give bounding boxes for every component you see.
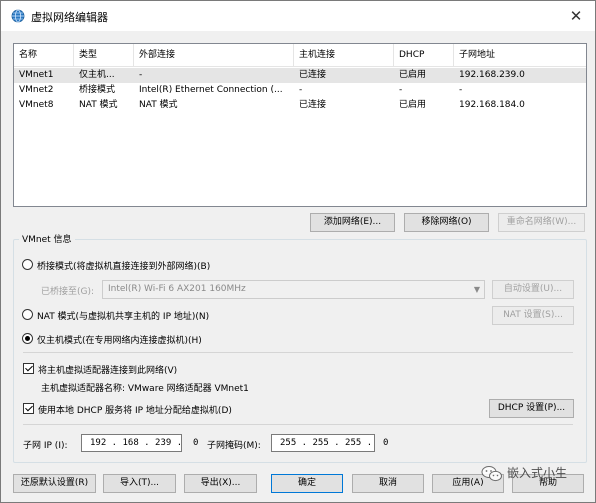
cell-name: VMnet1 [19,70,54,80]
virtual-network-editor-window: 虚拟网络编辑器 ✕ 名称 类型 外部连接 主机连接 DHCP 子网地址 VMne… [0,0,596,503]
column-header-type[interactable]: 类型 [74,44,134,66]
network-table[interactable]: 名称 类型 外部连接 主机连接 DHCP 子网地址 VMnet1 仅主机... … [13,43,587,207]
use-dhcp-label[interactable]: 使用本地 DHCP 服务将 IP 地址分配给虚拟机(D) [38,403,232,416]
host-only-mode-radio[interactable] [22,333,33,344]
cell-subnet: 192.168.184.0 [459,100,525,110]
import-button[interactable]: 导入(T)... [103,474,176,493]
chevron-down-icon: ▼ [473,285,480,294]
remove-network-button[interactable]: 移除网络(O) [404,213,489,232]
section-divider [23,352,573,353]
close-icon[interactable]: ✕ [565,5,587,27]
nat-mode-label[interactable]: NAT 模式(与虚拟机共享主机的 IP 地址)(N) [37,309,209,322]
subnet-ip-label: 子网 IP (I): [23,441,68,451]
cell-dhcp: - [399,85,403,95]
export-button[interactable]: 导出(X)... [184,474,257,493]
bridged-to-label: 已桥接至(G): [41,287,95,297]
subnet-ip-input[interactable]: 192 . 168 . 239 . 0 [81,434,198,452]
subnet-mask-label: 子网掩码(M): [207,441,261,451]
cell-dhcp: 已启用 [399,70,427,80]
section-divider [23,424,573,425]
cell-external: NAT 模式 [139,100,178,110]
table-header: 名称 类型 外部连接 主机连接 DHCP 子网地址 [14,44,586,67]
cell-type: 桥接模式 [79,85,116,95]
auto-settings-button[interactable]: 自动设置(U)... [492,280,574,299]
nat-mode-radio[interactable] [22,309,33,320]
cell-dhcp: 已启用 [399,100,427,110]
column-header-subnet[interactable]: 子网地址 [454,44,586,66]
cell-host: 已连接 [299,100,327,110]
cancel-button[interactable]: 取消 [352,474,424,493]
bridged-adapter-select[interactable]: Intel(R) Wi-Fi 6 AX201 160MHz ▼ [102,280,485,299]
cell-host: 已连接 [299,70,327,80]
cell-external: Intel(R) Ethernet Connection (... [139,85,283,95]
cell-external: - [139,70,143,80]
restore-defaults-button[interactable]: 还原默认设置(R) [13,474,96,493]
cell-host: - [299,85,303,95]
watermark-text: 嵌入式小生 [507,466,568,480]
bridged-mode-label[interactable]: 桥接模式(将虚拟机直接连接到外部网络)(B) [37,259,210,272]
window-title: 虚拟网络编辑器 [31,11,108,24]
cell-name: VMnet8 [19,100,54,110]
column-header-external[interactable]: 外部连接 [134,44,294,66]
vmnet-info-label: VMnet 信息 [19,232,75,245]
table-row[interactable]: VMnet1 仅主机... - 已连接 已启用 192.168.239.0 [14,68,586,83]
cell-type: 仅主机... [79,70,115,80]
subnet-mask-input[interactable]: 255 . 255 . 255 . 0 [271,434,388,452]
column-header-dhcp[interactable]: DHCP [394,44,454,66]
connect-host-adapter-checkbox[interactable] [23,363,34,374]
column-header-name[interactable]: 名称 [14,44,74,66]
vmnet-info-group [13,239,587,463]
column-header-host[interactable]: 主机连接 [294,44,394,66]
add-network-button[interactable]: 添加网络(E)... [310,213,395,232]
connect-host-adapter-label[interactable]: 将主机虚拟适配器连接到此网络(V) [38,363,177,376]
table-row[interactable]: VMnet8 NAT 模式 NAT 模式 已连接 已启用 192.168.184… [14,98,586,113]
host-only-mode-label[interactable]: 仅主机模式(在专用网络内连接虚拟机)(H) [37,333,202,346]
title-bar: 虚拟网络编辑器 ✕ [1,1,595,31]
dhcp-settings-button[interactable]: DHCP 设置(P)... [489,399,574,418]
cell-type: NAT 模式 [79,100,118,110]
cell-subnet: - [459,85,463,95]
bridged-adapter-value: Intel(R) Wi-Fi 6 AX201 160MHz [108,284,246,294]
host-adapter-name: 主机虚拟适配器名称: VMware 网络适配器 VMnet1 [41,384,249,394]
cell-name: VMnet2 [19,85,54,95]
network-globe-icon [11,9,25,23]
ok-button[interactable]: 确定 [271,474,343,493]
nat-settings-button[interactable]: NAT 设置(S)... [492,306,574,325]
rename-network-button[interactable]: 重命名网络(W)... [498,213,585,232]
bridged-mode-radio[interactable] [22,259,33,270]
watermark: 嵌入式小生 [481,464,567,486]
use-dhcp-checkbox[interactable] [23,403,34,414]
cell-subnet: 192.168.239.0 [459,70,525,80]
table-row[interactable]: VMnet2 桥接模式 Intel(R) Ethernet Connection… [14,83,586,98]
wechat-icon [481,465,502,481]
